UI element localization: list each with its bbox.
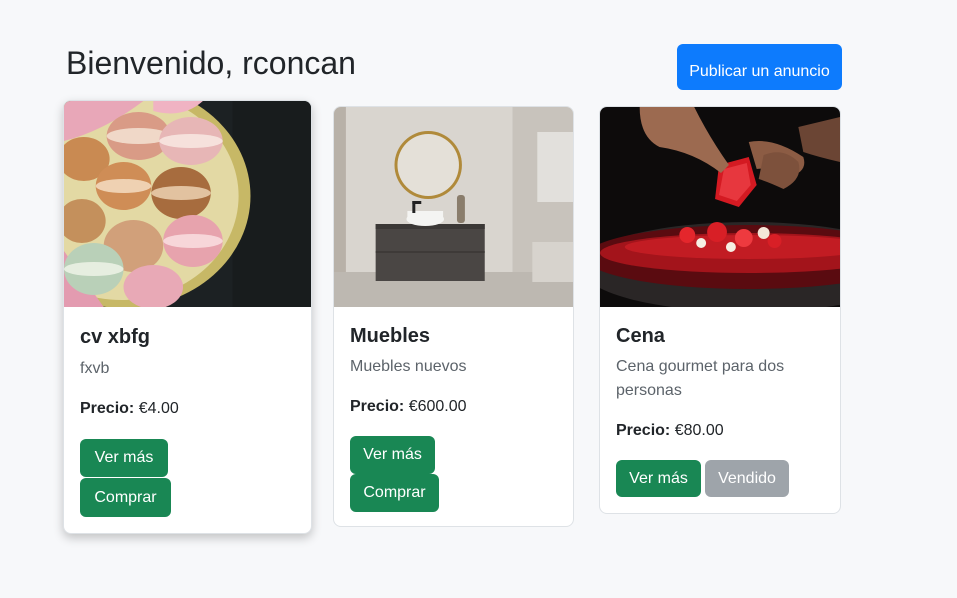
view-more-button[interactable]: Ver más	[350, 436, 435, 474]
product-image	[334, 107, 573, 307]
card-description-line: Cena gourmet para dos	[616, 358, 785, 375]
buy-button[interactable]: Comprar	[80, 478, 171, 517]
card-title: Muebles	[350, 325, 431, 347]
card-description: Muebles nuevos	[350, 358, 467, 375]
product-image	[600, 107, 840, 307]
price-label: Precio:	[350, 398, 405, 415]
product-card: Muebles Muebles nuevos Precio: €600.00 V…	[333, 106, 574, 527]
card-title: cv xbfg	[80, 326, 151, 348]
publish-ad-button[interactable]: Publicar un anuncio	[677, 44, 842, 90]
view-more-button[interactable]: Ver más	[80, 439, 168, 477]
product-card: Cena Cena gourmet para dos personas Prec…	[599, 106, 841, 514]
product-card: cv xbfg fxvb Precio: €4.00 Ver más Compr…	[63, 100, 312, 534]
price-label: Precio:	[616, 422, 671, 439]
product-image	[64, 101, 311, 307]
sold-button[interactable]: Vendido	[705, 460, 789, 497]
page-title: Bienvenido, rconcan	[66, 45, 356, 81]
card-price: Precio: €4.00	[80, 400, 179, 418]
price-label: Precio:	[80, 400, 135, 417]
price-value: €80.00	[674, 422, 724, 439]
buy-button[interactable]: Comprar	[350, 474, 439, 512]
card-price: Precio: €80.00	[616, 422, 724, 440]
card-description-line: personas	[616, 382, 682, 399]
card-description: fxvb	[80, 360, 110, 377]
view-more-button[interactable]: Ver más	[616, 460, 701, 497]
price-value: €600.00	[408, 398, 467, 415]
price-value: €4.00	[138, 400, 179, 417]
card-title: Cena	[616, 325, 665, 347]
card-price: Precio: €600.00	[350, 398, 467, 416]
